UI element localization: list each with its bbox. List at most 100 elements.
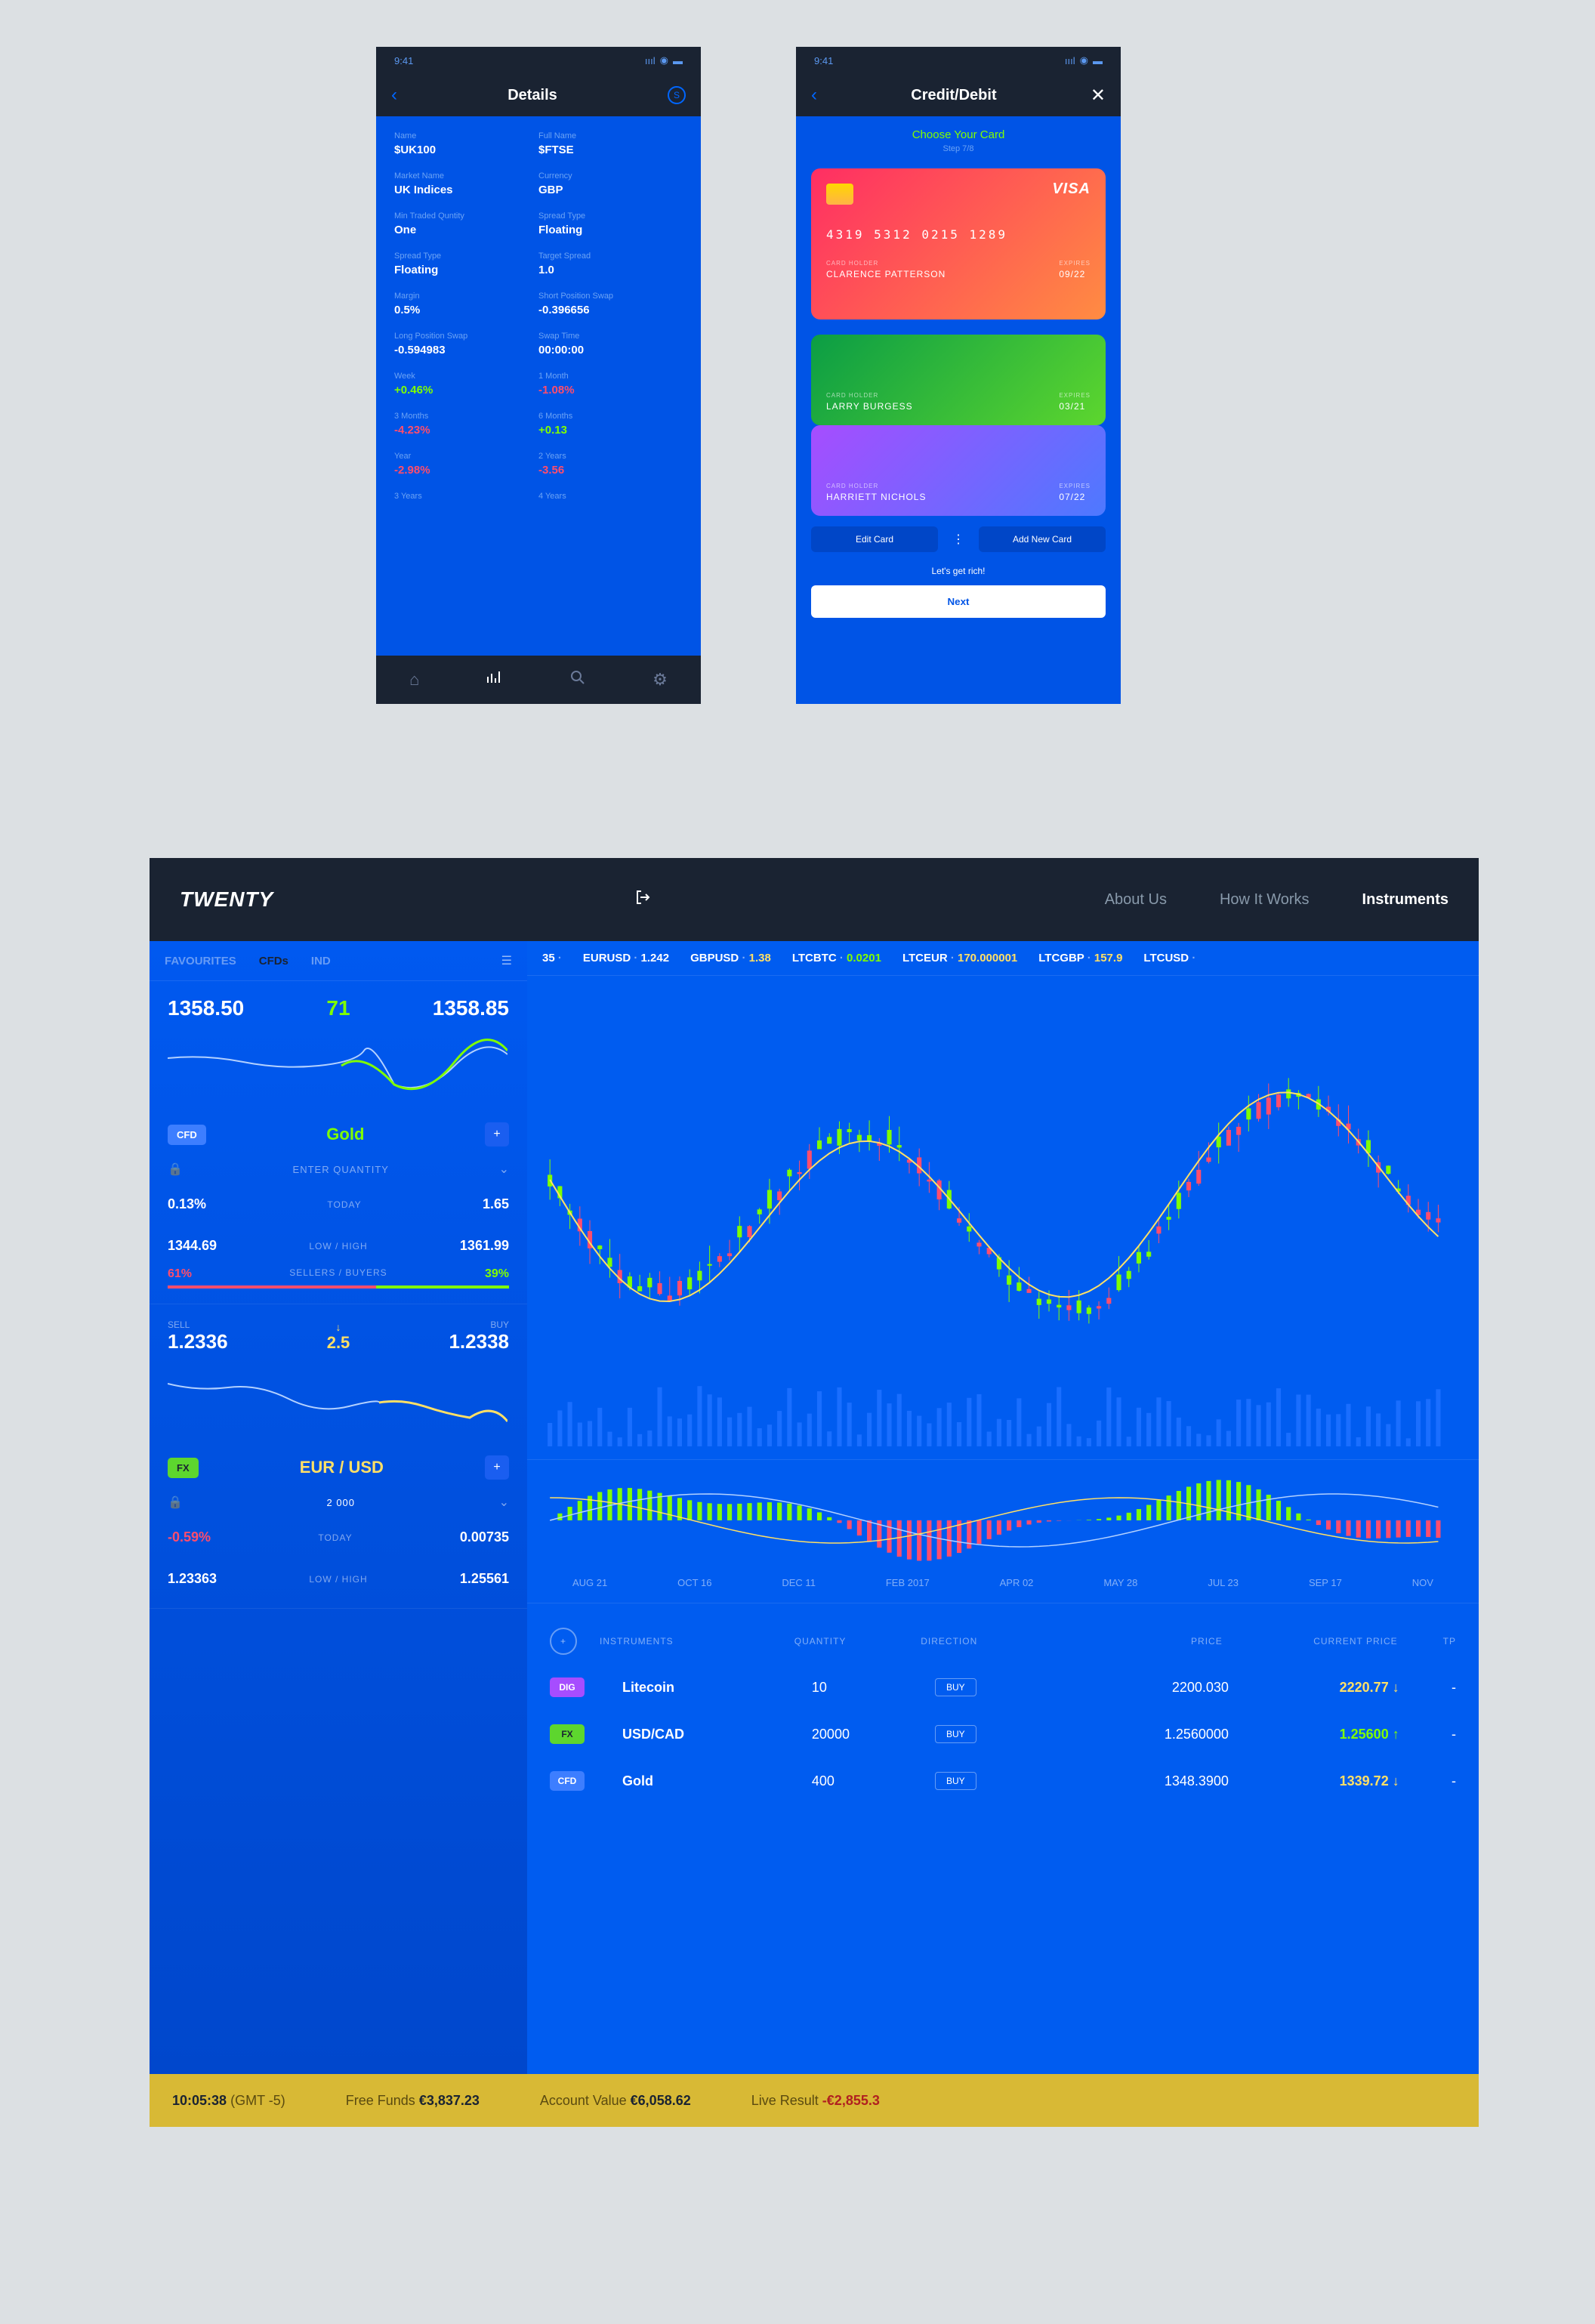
th-instruments: INSTRUMENTS — [600, 1636, 794, 1647]
chart-area[interactable] — [527, 976, 1479, 1459]
ticker-symbol: LTCEUR — [902, 952, 948, 964]
signal-icon: ıııl — [645, 55, 656, 66]
credit-card-2[interactable]: CARD HOLDER LARRY BURGESS EXPIRES 03/21 — [811, 335, 1106, 425]
detail-label: Market Name — [394, 171, 538, 181]
logo: TWENTY — [180, 887, 273, 912]
instrument-header: CFD Gold + — [168, 1122, 509, 1147]
ticker-item[interactable]: LTCUSD · — [1143, 952, 1195, 964]
high-val: 1361.99 — [460, 1238, 509, 1254]
price-row: 1358.50 71 1358.85 — [168, 996, 509, 1020]
td-quantity: 20000 — [812, 1727, 935, 1742]
td-tp: - — [1399, 1727, 1456, 1742]
status-time: 9:41 — [394, 55, 413, 66]
td-price: 2200.030 — [1058, 1680, 1229, 1696]
nav-instruments[interactable]: Instruments — [1362, 891, 1448, 909]
visa-logo: VISA — [1052, 181, 1091, 198]
close-icon[interactable]: ✕ — [1091, 85, 1106, 106]
card-meta: CARD HOLDER CLARENCE PATTERSON EXPIRES 0… — [826, 260, 1091, 279]
buyers-bar-fill — [376, 1285, 509, 1289]
positions-table: + INSTRUMENTS QUANTITY DIRECTION PRICE C… — [527, 1603, 1479, 1819]
add-card-button[interactable]: Add New Card — [979, 526, 1106, 552]
sb-label: SELLERS / BUYERS — [289, 1267, 387, 1281]
table-row[interactable]: CFD Gold 400 BUY 1348.3900 1339.72 ↓ - — [550, 1758, 1456, 1804]
chart-icon[interactable] — [486, 669, 503, 690]
search-icon[interactable] — [569, 669, 586, 690]
table-row[interactable]: FX USD/CAD 20000 BUY 1.2560000 1.25600 ↑… — [550, 1711, 1456, 1758]
add-position-button[interactable]: + — [550, 1628, 577, 1655]
sellers-buyers-row: 61% SELLERS / BUYERS 39% — [168, 1267, 509, 1281]
status-bar-bottom: 10:05:38 (GMT -5) Free Funds €3,837.23 A… — [150, 2074, 1479, 2127]
status-live-result: Live Result -€2,855.3 — [751, 2093, 880, 2109]
ticker-item[interactable]: LTCBTC · 0.0201 — [792, 952, 881, 964]
phone-header: ‹ Details S — [376, 74, 701, 116]
instrument-name: EUR / USD — [209, 1458, 474, 1477]
quantity-row[interactable]: 🔒 2 000 ⌄ — [168, 1495, 509, 1510]
tab-favourites[interactable]: FAVOURITES — [165, 955, 236, 968]
nav-about[interactable]: About Us — [1105, 891, 1167, 909]
sell-col[interactable]: SELL 1.2336 — [168, 1319, 228, 1353]
back-button[interactable]: ‹ — [391, 85, 397, 106]
home-icon[interactable]: ⌂ — [409, 670, 419, 690]
perf-row: 3 Years 4 Years — [394, 492, 683, 504]
wifi-icon: ◉ — [1080, 54, 1088, 66]
spread: 71 — [326, 996, 350, 1020]
status-icons: ıııl ◉ ▬ — [1065, 54, 1103, 66]
today-label: TODAY — [327, 1199, 361, 1210]
status-time: 9:41 — [814, 55, 833, 66]
wifi-icon: ◉ — [660, 54, 668, 66]
detail-row: Name$UK100 Full Name$FTSE — [394, 131, 683, 156]
buy-label: BUY — [449, 1319, 509, 1330]
detail-label: Min Traded Quntity — [394, 211, 538, 221]
ticker-symbol: 35 — [542, 952, 555, 964]
add-button[interactable]: + — [485, 1455, 509, 1480]
table-row[interactable]: DIG Litecoin 10 BUY 2200.030 2220.77 ↓ - — [550, 1664, 1456, 1711]
row-tag: CFD — [550, 1771, 585, 1791]
list-icon[interactable]: ☰ — [501, 953, 512, 968]
ticker-item[interactable]: EURUSD · 1.242 — [583, 952, 669, 964]
detail-label: 3 Months — [394, 412, 538, 421]
tab-cfds[interactable]: CFDs — [259, 955, 288, 968]
ticker-item[interactable]: LTCEUR · 170.000001 — [902, 952, 1017, 964]
holder-label: CARD HOLDER — [826, 392, 913, 399]
td-quantity: 400 — [812, 1773, 935, 1789]
date-tick: OCT 16 — [677, 1577, 711, 1588]
holder-name: LARRY BURGESS — [826, 401, 913, 412]
nav-how[interactable]: How It Works — [1220, 891, 1310, 909]
credit-card-1[interactable]: VISA 4319 5312 0215 1289 CARD HOLDER CLA… — [811, 168, 1106, 319]
date-tick: APR 02 — [1000, 1577, 1034, 1588]
lowhigh-row: 1344.69 LOW / HIGH 1361.99 — [168, 1232, 509, 1260]
detail-value: GBP — [538, 184, 683, 196]
buy-col[interactable]: BUY 1.2338 — [449, 1319, 509, 1353]
exit-icon[interactable] — [635, 889, 652, 910]
ticker-item[interactable]: 35 · — [542, 952, 562, 964]
card-menu-icon[interactable]: ⋮ — [947, 526, 970, 552]
macd-panel: AUG 21OCT 16DEC 11FEB 2017APR 02MAY 28JU… — [527, 1459, 1479, 1603]
back-button[interactable]: ‹ — [811, 85, 817, 106]
low-val: 1344.69 — [168, 1238, 217, 1254]
add-button[interactable]: + — [485, 1122, 509, 1147]
lowhigh-label: LOW / HIGH — [309, 1574, 367, 1585]
ticker-symbol: EURUSD — [583, 952, 631, 964]
credit-card-3[interactable]: CARD HOLDER HARRIETT NICHOLS EXPIRES 07/… — [811, 425, 1106, 516]
tab-indices[interactable]: IND — [311, 955, 331, 968]
candlestick-chart — [542, 991, 1464, 1369]
ticker-value: 170.000001 — [958, 952, 1017, 964]
detail-label: Spread Type — [394, 252, 538, 261]
sidebar-tabs: FAVOURITES CFDs IND ☰ — [150, 941, 527, 981]
next-button[interactable]: Next — [811, 585, 1106, 618]
gear-icon[interactable]: ⚙ — [652, 670, 668, 690]
bottom-nav: ⌂ ⚙ — [376, 656, 701, 704]
ticker-symbol: LTCGBP — [1038, 952, 1084, 964]
page-title: Credit/Debit — [817, 87, 1091, 104]
edit-card-button[interactable]: Edit Card — [811, 526, 938, 552]
detail-value: One — [394, 224, 538, 236]
chevron-down-icon: ⌄ — [499, 1162, 509, 1177]
detail-value: $UK100 — [394, 144, 538, 156]
td-tp: - — [1399, 1773, 1456, 1789]
detail-label: Spread Type — [538, 211, 683, 221]
ticker-item[interactable]: GBPUSD · 1.38 — [690, 952, 771, 964]
expires-value: 09/22 — [1059, 269, 1091, 279]
info-icon[interactable]: S — [668, 86, 686, 104]
ticker-item[interactable]: LTCGBP · 157.9 — [1038, 952, 1122, 964]
quantity-row[interactable]: 🔒 ENTER QUANTITY ⌄ — [168, 1162, 509, 1177]
